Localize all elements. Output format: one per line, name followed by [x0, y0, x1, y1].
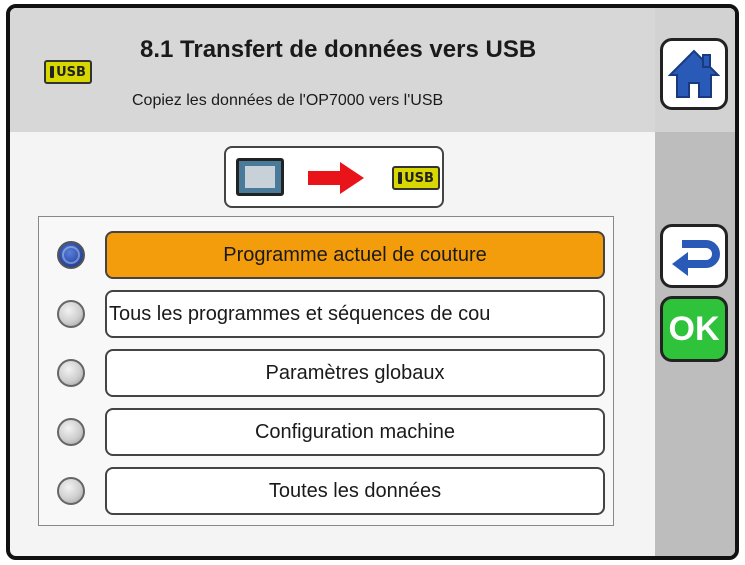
- radio-current-program[interactable]: [57, 241, 85, 269]
- option-row-all-programs: Tous les programmes et séquences de cou: [39, 290, 615, 338]
- machine-screen-icon: [236, 158, 284, 196]
- usb-icon-label: USB: [56, 64, 86, 80]
- options-list: Programme actuel de couture Tous les pro…: [38, 216, 614, 526]
- header-bar: [10, 8, 735, 132]
- option-row-global-params: Paramètres globaux: [39, 349, 615, 397]
- radio-machine-config[interactable]: [57, 418, 85, 446]
- red-arrow-right-icon: [308, 162, 364, 194]
- option-row-all-data: Toutes les données: [39, 467, 615, 515]
- home-icon: [668, 49, 720, 98]
- usb-target-label: USB: [404, 170, 434, 186]
- option-machine-config-button[interactable]: Configuration machine: [105, 408, 605, 456]
- option-row-current-program: Programme actuel de couture: [39, 231, 615, 279]
- option-all-data-button[interactable]: Toutes les données: [105, 467, 605, 515]
- page-subtitle: Copiez les données de l'OP7000 vers l'US…: [132, 92, 444, 109]
- ok-button[interactable]: OK: [660, 296, 728, 362]
- screen-frame: USB 8.1 Transfert de données vers USB Co…: [6, 4, 739, 560]
- home-button[interactable]: [660, 38, 728, 110]
- page-title: 8.1 Transfert de données vers USB: [140, 36, 537, 63]
- usb-target-icon: USB: [392, 166, 440, 190]
- option-current-program-button[interactable]: Programme actuel de couture: [105, 231, 605, 279]
- option-all-programs-button[interactable]: Tous les programmes et séquences de cou: [105, 290, 605, 338]
- option-global-params-button[interactable]: Paramètres globaux: [105, 349, 605, 397]
- usb-icon: USB: [44, 60, 92, 84]
- option-row-machine-config: Configuration machine: [39, 408, 615, 456]
- radio-all-programs[interactable]: [57, 300, 85, 328]
- transfer-direction-panel: USB: [224, 146, 444, 208]
- back-button[interactable]: [660, 224, 728, 288]
- back-arrow-icon: [672, 240, 720, 276]
- radio-global-params[interactable]: [57, 359, 85, 387]
- radio-all-data[interactable]: [57, 477, 85, 505]
